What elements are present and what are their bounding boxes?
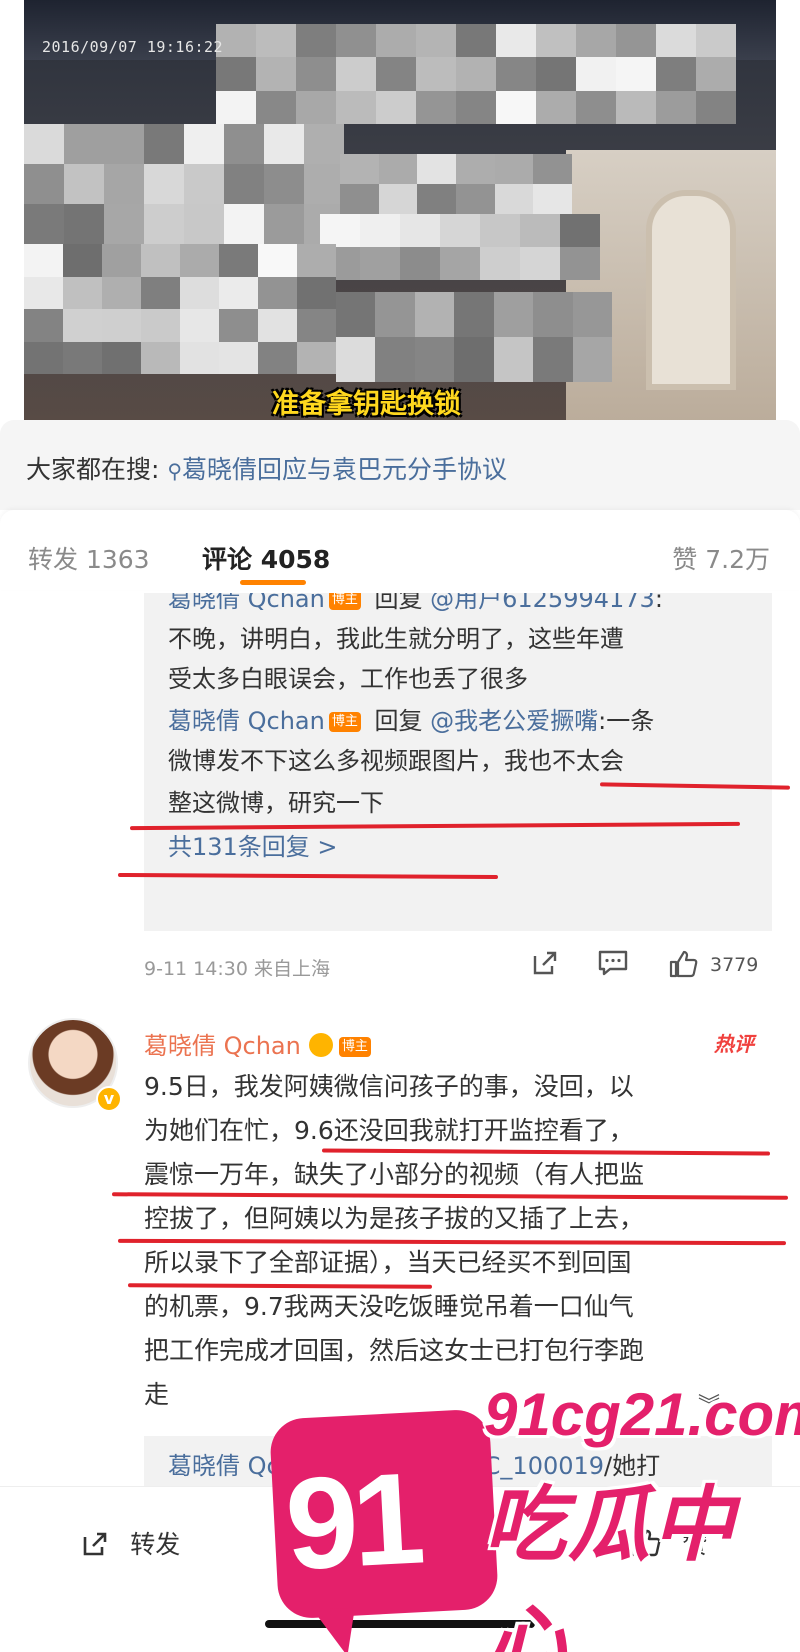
comment-icon — [352, 1530, 392, 1560]
reply-preview[interactable]: 葛晓倩 Qchan 博主 回复 @KFC_100019/她打 — [144, 1436, 772, 1486]
comment-icon[interactable] — [596, 948, 630, 982]
comment-text: 走 — [144, 1380, 170, 1409]
comment-text: 的机票，9.7我两天没吃饭睡觉吊着一口仙气 — [144, 1292, 634, 1321]
trending-search-banner[interactable]: 大家都在搜: ⚲葛晓倩回应与袁巴元分手协议 — [0, 420, 800, 510]
reply-header[interactable]: 葛晓倩 Qchan 博主 回复 @我老公爱撅嘴:一条 — [168, 705, 654, 737]
annotation-line — [127, 1283, 433, 1289]
door — [646, 190, 736, 390]
comment-username[interactable]: 葛晓倩 Qchan 博主 — [144, 1026, 377, 1061]
bottom-action-bar: 转发 评论 赞 — [0, 1486, 800, 1596]
video-timestamp: 2016/09/07 19:16:22 — [42, 38, 224, 56]
comment-label: 评论 — [404, 1530, 455, 1559]
mosaic-block — [216, 24, 736, 124]
reply-text: 受太多白眼误会，工作也丢了很多 — [168, 665, 528, 693]
share-icon — [80, 1530, 118, 1560]
reply-sep: : — [654, 593, 663, 613]
author-badge: 博主 — [328, 712, 361, 732]
comment-text: 把工作完成才回国，然后这女士已打包行李跑 — [144, 1336, 645, 1365]
reply-sep: :一条 — [598, 707, 655, 735]
author-badge: 博主 — [338, 1037, 371, 1057]
reply-text: 整这微博，研究一下 — [168, 789, 384, 817]
comment-text: 9.5日，我发阿姨微信问孩子的事，没回，以 — [144, 1072, 634, 1101]
reply-header[interactable]: 葛晓倩 Qchan 博主 回复 @KFC_100019/她打 — [168, 1450, 660, 1482]
annotation-line — [111, 1192, 789, 1200]
reply-action: 回复 — [366, 1452, 431, 1480]
share-icon[interactable] — [528, 948, 562, 982]
comment-text: 震惊一万年，缺失了小部分的视频（有人把监 — [144, 1160, 645, 1189]
mosaic-block — [336, 292, 612, 382]
reply-text: 不晚，讲明白，我此生就分明了，这些年遭 — [168, 625, 624, 653]
like-button[interactable]: 赞 — [630, 1525, 707, 1561]
reply-header[interactable]: 葛晓倩 Qchan 博主 回复 @用户6125994173: — [168, 593, 663, 615]
comment-text: 所以录下了全部证据），当天已经买不到回国 — [144, 1248, 632, 1277]
mosaic-block — [340, 154, 572, 214]
reply-target-user[interactable]: @KFC_100019 — [430, 1452, 604, 1480]
hot-comment-tag: 热评 — [714, 1032, 754, 1056]
comment-meta-row: 9-11 14:30 来自上海 3779 — [144, 948, 774, 988]
reply-target-user[interactable]: @我老公爱撅嘴 — [430, 707, 598, 735]
comment-text: 为她们在忙，9.6还没回我就打开监控看了， — [144, 1116, 634, 1145]
reply-username[interactable]: 葛晓倩 Qchan — [168, 707, 325, 735]
like-count: 3779 — [710, 954, 759, 976]
tab-bar: 转发 1363 评论 4058 赞 7.2万 — [0, 510, 800, 590]
comment-button[interactable]: 评论 — [352, 1525, 454, 1561]
tab-comments[interactable]: 评论 4058 — [202, 540, 330, 576]
reply-text: 微博发不下这么多视频跟图片，我也不太会 — [168, 747, 624, 775]
reply-username[interactable]: 葛晓倩 Qchan — [168, 1452, 325, 1480]
active-tab-indicator — [240, 580, 306, 585]
search-icon: ⚲ — [167, 459, 183, 483]
reply-action: 回复 — [366, 593, 431, 613]
like-label: 赞 — [682, 1530, 708, 1559]
vip-crown-icon — [308, 1033, 333, 1057]
annotation-line — [117, 1238, 787, 1246]
tab-likes[interactable]: 赞 7.2万 — [672, 540, 770, 576]
comment-text: 控拔了，但阿姨以为是孩子拔的又插了上去， — [144, 1204, 645, 1233]
author-badge: 博主 — [328, 593, 361, 610]
chevron-down-icon[interactable]: ︾ — [698, 1388, 720, 1420]
thumbs-up-icon[interactable] — [666, 948, 700, 982]
mosaic-block — [24, 244, 336, 374]
thumbs-up-icon — [630, 1529, 670, 1560]
video-frame[interactable]: 2016/09/07 19:16:22 准备拿钥匙换锁 — [24, 0, 776, 440]
video-subtitle: 准备拿钥匙换锁 — [272, 389, 461, 420]
home-indicator[interactable] — [265, 1620, 535, 1628]
mosaic-block — [320, 214, 600, 280]
reply-target-user[interactable]: @用户6125994173 — [430, 593, 655, 613]
repost-label: 转发 — [130, 1530, 181, 1559]
comment-time: 9-11 14:30 来自上海 — [144, 958, 330, 980]
search-prefix: 大家都在搜: — [26, 455, 168, 484]
author-badge: 博主 — [328, 1457, 361, 1477]
search-topic-link[interactable]: 葛晓倩回应与袁巴元分手协议 — [182, 455, 507, 484]
more-replies-link[interactable]: 共131条回复 > — [168, 831, 338, 863]
username-text[interactable]: 葛晓倩 Qchan — [144, 1032, 301, 1060]
annotation-line — [321, 1148, 771, 1156]
reply-thread[interactable]: 葛晓倩 Qchan 博主 回复 @用户6125994173: 不晚，讲明白，我此生… — [144, 593, 772, 931]
reply-username[interactable]: 葛晓倩 Qchan — [168, 593, 325, 613]
reply-rest: /她打 — [604, 1452, 661, 1480]
mosaic-block — [24, 124, 344, 244]
repost-button[interactable]: 转发 — [80, 1525, 180, 1561]
tab-repost[interactable]: 转发 1363 — [28, 540, 150, 576]
verified-icon: v — [96, 1086, 122, 1112]
reply-action: 回复 — [366, 707, 431, 735]
